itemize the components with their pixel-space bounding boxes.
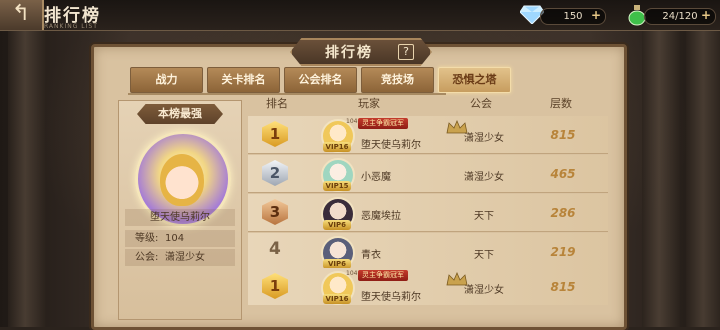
player-name: 堕天使乌莉尔 [361, 140, 421, 151]
rank-number: 4 [269, 239, 281, 259]
player-name: 堕天使乌莉尔 [361, 292, 421, 303]
col-rank: 排名 [266, 97, 288, 110]
guild-value: 潇湿少女 [165, 252, 205, 263]
floor-count: 815 [550, 128, 576, 142]
tab-tower-of-fear[interactable]: 恐惧之塔 [438, 67, 511, 93]
tab-arena[interactable]: 竞技场 [361, 67, 434, 93]
floor-count: 286 [550, 206, 576, 220]
top-player-level: 等级: 104 [125, 230, 235, 247]
tab-power[interactable]: 战力 [130, 67, 203, 93]
top-bar: ↰ 排行榜 RANKING LIST 150 + 24/120 + [0, 0, 720, 31]
vip-badge: VIP15 [323, 181, 351, 191]
tab-stage-rank[interactable]: 关卡排名 [207, 67, 280, 93]
player-level: 104 [346, 118, 358, 125]
stamina-counter: 24/120 + [644, 8, 716, 25]
guild-name: 天下 [474, 250, 494, 261]
back-arrow-icon: ↰ [11, 1, 31, 26]
background-pillar [8, 0, 46, 327]
guild-name: 潇湿少女 [464, 133, 504, 144]
table-row[interactable]: 3 VIP6 恶魔埃拉 天下 286 [248, 194, 608, 232]
add-gems-button[interactable]: + [591, 8, 601, 23]
strongest-title: 本榜最强 [137, 104, 223, 124]
my-rank-row[interactable]: 1 104 VIP16 灵主争霸冠军 堕天使乌莉尔 潇湿少女 815 [248, 268, 608, 305]
top-player-guild: 公会: 潇湿少女 [125, 249, 235, 266]
table-row[interactable]: 2 VIP15 小恶魔 潇湿少女 465 [248, 155, 608, 193]
table-header: 排名 玩家 公会 层数 [248, 95, 604, 113]
top-player-panel: 本榜最强 堕天使乌莉尔 等级: 104 公会: 潇湿少女 [118, 100, 242, 320]
tab-guild-rank[interactable]: 公会排名 [284, 67, 357, 93]
rank-badge-silver: 2 [262, 160, 288, 186]
floor-count: 815 [550, 280, 576, 294]
vip-badge: VIP6 [323, 220, 351, 230]
table-row[interactable]: 4 VIP6 青衣 天下 219 [248, 233, 608, 271]
level-value: 104 [165, 233, 185, 244]
champion-tag: 灵主争霸冠军 [358, 270, 408, 281]
player-name: 小恶魔 [361, 172, 391, 183]
guild-name: 天下 [474, 211, 494, 222]
tab-bar: 战力 关卡排名 公会排名 竞技场 恐惧之塔 [130, 67, 515, 93]
champion-tag: 灵主争霸冠军 [358, 118, 408, 129]
panel-title: 排行榜 [325, 45, 373, 61]
question-icon[interactable]: ? [398, 44, 414, 60]
col-floor: 层数 [550, 97, 572, 110]
add-stamina-button[interactable]: + [701, 8, 711, 23]
col-guild: 公会 [470, 97, 492, 110]
title-block: 排行榜 RANKING LIST [44, 1, 101, 30]
page-subtitle: RANKING LIST [44, 23, 98, 30]
vip-badge: VIP16 [323, 142, 351, 152]
col-player: 玩家 [358, 97, 380, 110]
level-label: 等级: [135, 233, 159, 244]
panel-header: 排行榜 ? [290, 38, 432, 66]
floor-count: 219 [550, 245, 576, 259]
guild-name: 潇湿少女 [464, 172, 504, 183]
player-name: 青衣 [361, 250, 381, 261]
vip-badge: VIP16 [323, 294, 351, 304]
player-name: 恶魔埃拉 [361, 211, 401, 222]
rank-badge-bronze: 3 [262, 199, 288, 225]
background-pillar [686, 0, 720, 327]
player-level: 104 [346, 270, 358, 277]
character-face [160, 154, 204, 206]
guild-name: 潇湿少女 [464, 285, 504, 296]
rank-badge-gold: 1 [262, 273, 288, 299]
floor-count: 465 [550, 167, 576, 181]
top-player-name: 堕天使乌莉尔 [125, 209, 235, 226]
gem-counter: 150 + [540, 8, 606, 25]
rank-badge-gold: 1 [262, 121, 288, 147]
background-pillar [642, 0, 680, 327]
guild-label: 公会: [135, 252, 159, 263]
back-button[interactable]: ↰ [0, 0, 44, 30]
table-row[interactable]: 1 104 VIP16 灵主争霸冠军 堕天使乌莉尔 潇湿少女 815 [248, 116, 608, 154]
